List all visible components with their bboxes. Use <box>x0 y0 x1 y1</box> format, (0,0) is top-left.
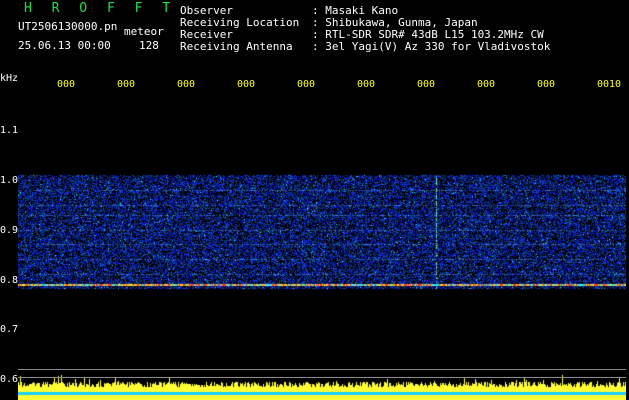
receiver-label: Receiver <box>180 28 233 41</box>
hrofft-spectrogram-window: H R O F F T UT2506130000.pn meteor 25.06… <box>0 0 629 400</box>
x-tick-7: 000 <box>417 79 436 90</box>
x-tick-1: 000 <box>57 79 76 90</box>
x-tick-8: 000 <box>477 79 496 90</box>
antenna-value: : 3el Yagi(V) Az 330 for Vladivostok <box>312 40 551 53</box>
x-tick-6: 000 <box>357 79 376 90</box>
y-tick-0-7: 0.7 <box>0 324 19 335</box>
y-tick-1-1: 1.1 <box>0 125 19 136</box>
location-label: Receiving Location <box>180 16 300 29</box>
y-tick-0-8: 0.8 <box>0 275 19 286</box>
reference-line-lower <box>18 377 626 378</box>
observer-label: Observer <box>180 4 233 17</box>
spectrogram-canvas <box>18 98 626 400</box>
receiver-value: : RTL-SDR SDR# 43dB L15 103.2MHz CW <box>312 28 544 41</box>
reference-line-upper <box>18 369 626 370</box>
x-tick-10: 0010 <box>597 79 622 90</box>
observer-value: : Masaki Kano <box>312 4 399 17</box>
meteor-count: 128 <box>139 39 159 52</box>
antenna-label: Receiving Antenna <box>180 40 293 53</box>
y-axis-unit: kHz <box>0 73 19 84</box>
y-tick-0-9: 0.9 <box>0 225 19 236</box>
x-tick-2: 000 <box>117 79 136 90</box>
y-tick-0-6: 0.6 <box>0 374 19 385</box>
x-tick-4: 000 <box>237 79 256 90</box>
x-tick-3: 000 <box>177 79 196 90</box>
spectrogram-image <box>18 98 626 400</box>
datetime-label: 25.06.13 00:00 <box>18 39 111 52</box>
filename-label: UT2506130000.pn <box>18 20 118 33</box>
x-tick-5: 000 <box>297 79 316 90</box>
x-tick-9: 000 <box>537 79 556 90</box>
location-value: : Shibukawa, Gunma, Japan <box>312 16 478 29</box>
app-brand: H R O F F T <box>24 1 177 16</box>
filename-suffix: meteor <box>124 25 164 38</box>
y-tick-1-0: 1.0 <box>0 175 19 186</box>
